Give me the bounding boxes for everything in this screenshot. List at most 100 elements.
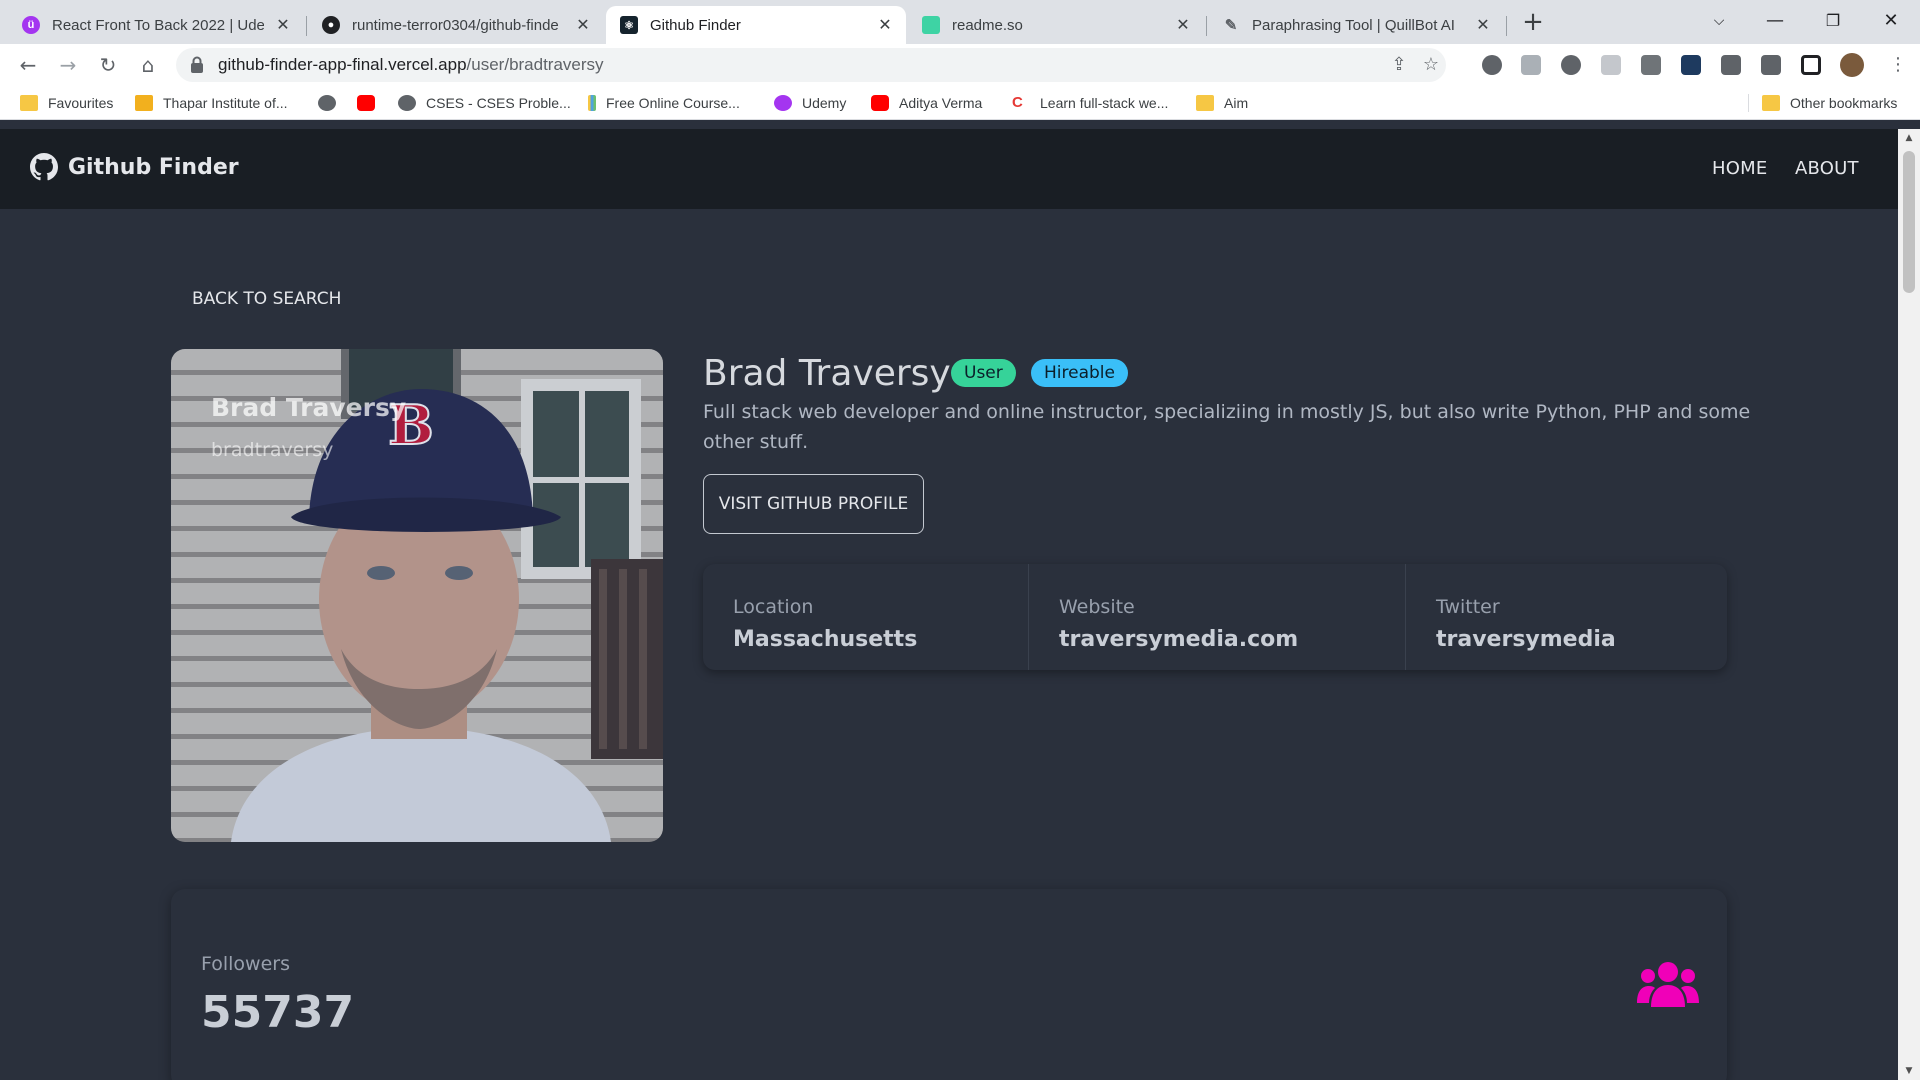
scroll-thumb[interactable] — [1903, 151, 1915, 293]
bookmark-aim[interactable]: Aim — [1196, 86, 1248, 120]
tab-title: React Front To Back 2022 | Udem — [52, 16, 264, 34]
app-navbar: Github Finder HOME ABOUT — [0, 129, 1898, 209]
profile-avatar[interactable] — [1840, 53, 1864, 77]
side-panel-icon[interactable] — [1801, 55, 1821, 75]
bookmarks-bar: Favourites Thapar Institute of... CSES -… — [0, 86, 1920, 120]
stat-location: Location Massachusetts — [703, 564, 1029, 670]
udemy-icon — [774, 95, 792, 111]
bookmark-cses[interactable]: CSES - CSES Proble... — [398, 86, 571, 120]
users-icon — [1637, 962, 1699, 1007]
bookmark-favourites[interactable]: Favourites — [20, 86, 113, 120]
stat-website: Website traversymedia.com — [1029, 564, 1406, 670]
react-favicon-icon: ⚛ — [620, 16, 638, 34]
home-icon[interactable]: ⌂ — [134, 51, 162, 79]
bookmark-youtube[interactable] — [357, 86, 385, 120]
stat-title: Twitter — [1436, 596, 1500, 618]
tab-divider — [1206, 16, 1207, 36]
bookmark-globe[interactable] — [318, 86, 346, 120]
lock-icon[interactable] — [190, 56, 204, 74]
visit-github-profile-button[interactable]: VISIT GITHUB PROFILE — [703, 474, 924, 534]
avatar-card: B Brad Traversy bradtraversy — [171, 349, 663, 842]
close-tab-icon[interactable]: ✕ — [1174, 15, 1192, 35]
followers-stat-card: Followers 55737 — [171, 889, 1727, 1080]
page-viewport: Github Finder HOME ABOUT BACK TO SEARCH — [0, 129, 1898, 1080]
browser-tab-github-finder[interactable]: ⚛ Github Finder ✕ — [606, 6, 906, 44]
brand-title: Github Finder — [68, 154, 239, 180]
avatar-login-overlay: bradtraversy — [211, 439, 334, 461]
tab-title: Paraphrasing Tool | QuillBot AI — [1252, 16, 1455, 34]
extension-shield-icon[interactable] — [1601, 55, 1621, 75]
bookmark-label: Favourites — [48, 95, 114, 111]
bookmark-other[interactable]: Other bookmarks — [1762, 86, 1897, 120]
bookmark-aditya-verma[interactable]: Aditya Verma — [871, 86, 982, 120]
hireable-badge: Hireable — [1031, 359, 1128, 387]
close-tab-icon[interactable]: ✕ — [574, 15, 592, 35]
followers-count: 55737 — [201, 987, 355, 1038]
user-type-badge: User — [951, 359, 1016, 387]
tab-title: runtime-terror0304/github-finde — [352, 16, 559, 34]
url-path: /user/bradtraversy — [466, 55, 604, 74]
minimize-icon[interactable]: — — [1752, 6, 1798, 36]
share-icon[interactable]: ⇪ — [1388, 54, 1410, 76]
nav-about-link[interactable]: ABOUT — [1795, 158, 1859, 179]
react-devtools-icon[interactable] — [1681, 55, 1701, 75]
page-scrollbar[interactable]: ▲ ▼ — [1898, 129, 1920, 1080]
browser-tab-readme[interactable]: readme.so ✕ — [908, 6, 1204, 44]
back-to-search-button[interactable]: BACK TO SEARCH — [192, 289, 341, 309]
readme-favicon-icon — [922, 16, 940, 34]
address-bar[interactable]: github-finder-app-final.vercel.app/user/… — [176, 48, 1446, 82]
thapar-icon — [135, 95, 153, 111]
close-tab-icon[interactable]: ✕ — [274, 15, 292, 35]
extension-code-icon[interactable] — [1641, 55, 1661, 75]
nav-home-link[interactable]: HOME — [1712, 158, 1767, 179]
browser-tab-quillbot[interactable]: ✎ Paraphrasing Tool | QuillBot AI ✕ — [1208, 6, 1504, 44]
extension-grammar-icon[interactable] — [1521, 55, 1541, 75]
scroll-down-icon[interactable]: ▼ — [1898, 1062, 1920, 1080]
user-bio: Full stack web developer and online inst… — [703, 401, 1751, 453]
twitter-link[interactable]: traversymedia — [1436, 627, 1616, 652]
forward-arrow-icon[interactable]: → — [54, 51, 82, 79]
new-tab-icon[interactable]: + — [1518, 8, 1548, 36]
bookmark-learn-fullstack[interactable]: C Learn full-stack we... — [1012, 86, 1168, 120]
url-host: github-finder-app-final.vercel.app — [218, 55, 467, 74]
restore-icon[interactable]: ❐ — [1810, 6, 1856, 36]
bookmark-free-courses[interactable]: Free Online Course... — [588, 86, 740, 120]
website-link[interactable]: traversymedia.com — [1059, 627, 1298, 652]
github-favicon-icon: ● — [322, 16, 340, 34]
brand-link[interactable]: Github Finder — [30, 153, 239, 181]
url-text[interactable]: github-finder-app-final.vercel.app/user/… — [218, 48, 604, 82]
browser-tab-udemy[interactable]: ü React Front To Back 2022 | Udem ✕ — [8, 6, 304, 44]
youtube-icon — [357, 95, 375, 111]
bookmark-label: Free Online Course... — [606, 95, 740, 111]
browser-tab-github[interactable]: ● runtime-terror0304/github-finde ✕ — [308, 6, 604, 44]
globe-icon — [398, 95, 416, 111]
browser-menu-icon[interactable]: ⋮ — [1884, 51, 1912, 79]
tab-divider — [306, 16, 307, 36]
user-name-heading: Brad Traversy — [703, 353, 951, 394]
extensions-puzzle-icon[interactable] — [1721, 55, 1741, 75]
globe-icon — [318, 95, 336, 111]
bookmark-star-icon[interactable]: ☆ — [1420, 54, 1442, 76]
bookmark-label: Aditya Verma — [899, 95, 983, 111]
browser-tab-strip: ü React Front To Back 2022 | Udem ✕ ● ru… — [0, 0, 1920, 44]
profile-stats: Location Massachusetts Website traversym… — [703, 564, 1727, 670]
stat-value: Massachusetts — [733, 627, 918, 652]
reload-icon[interactable]: ↻ — [94, 51, 122, 79]
bookmark-thapar[interactable]: Thapar Institute of... — [135, 86, 288, 120]
reading-list-icon[interactable] — [1761, 55, 1781, 75]
bookmarks-divider — [1748, 94, 1749, 112]
github-icon — [30, 153, 58, 181]
close-window-icon[interactable]: ✕ — [1868, 6, 1914, 36]
feather-favicon-icon: ✎ — [1224, 17, 1238, 34]
back-arrow-icon[interactable]: ← — [14, 51, 42, 79]
bookmark-udemy[interactable]: Udemy — [774, 86, 846, 120]
close-tab-icon[interactable]: ✕ — [876, 15, 894, 35]
course-icon — [588, 95, 596, 111]
bookmark-label: Aim — [1224, 95, 1249, 111]
extension-brain-icon[interactable] — [1482, 55, 1502, 75]
extension-bug-icon[interactable] — [1561, 55, 1581, 75]
close-tab-icon[interactable]: ✕ — [1474, 15, 1492, 35]
tab-search-icon[interactable]: ⌵ — [1696, 6, 1742, 36]
stat-title: Location — [733, 596, 814, 618]
scroll-up-icon[interactable]: ▲ — [1898, 129, 1920, 147]
